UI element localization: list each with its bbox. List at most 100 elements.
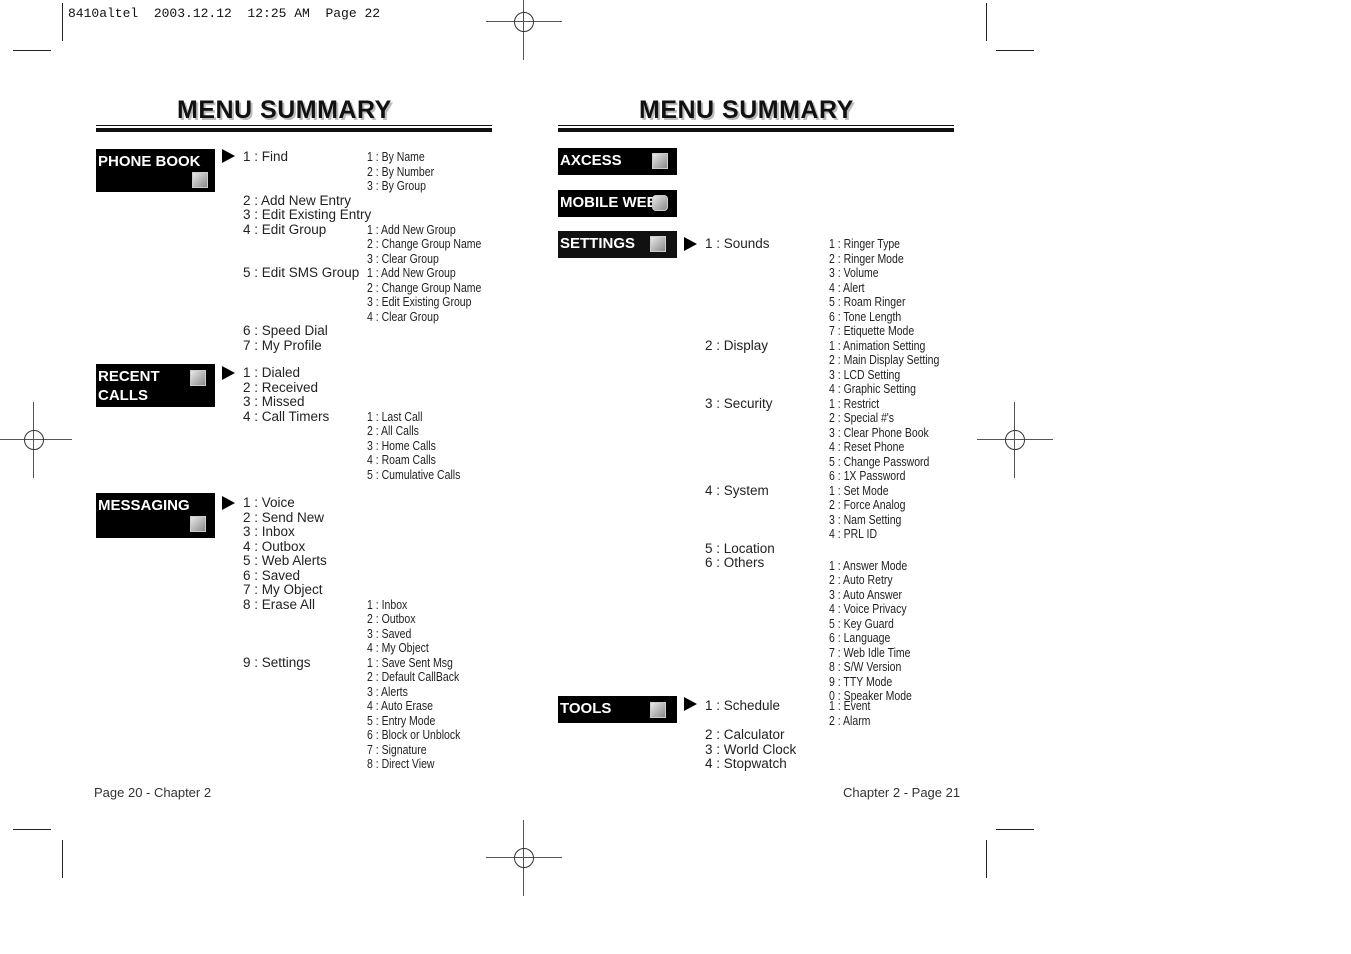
- arrow-icon: [222, 149, 235, 163]
- submenu-item: 2 : By Number: [367, 164, 435, 179]
- crop-mark: [986, 840, 987, 878]
- menu-item: 4 : Outbox: [243, 538, 306, 554]
- submenu-item: 1 : Set Mode: [829, 483, 889, 498]
- submenu-item: 8 : Direct View: [367, 757, 435, 771]
- menu-item: 2 : Send New: [243, 509, 325, 525]
- menu-item: 3 : World Clock: [705, 741, 797, 757]
- submenu-item: 5 : Roam Ringer: [829, 295, 906, 309]
- axcess-icon: [652, 153, 668, 169]
- submenu-item: 4 : Auto Erase: [367, 699, 433, 713]
- submenu-item: 2 : All Calls: [367, 424, 419, 438]
- submenu-item: 1 : Save Sent Msg: [367, 655, 453, 670]
- submenu-item: 4 : Voice Privacy: [829, 602, 907, 617]
- submenu-item: 2 : Alarm: [829, 713, 871, 728]
- registration-mark-icon: [486, 820, 562, 896]
- submenu-item: 1 : Add New Group: [367, 266, 456, 280]
- submenu-item: 4 : My Object: [367, 641, 429, 655]
- page-footer-left: Page 20 - Chapter 2: [94, 785, 212, 800]
- category-recent-calls: RECENT CALLS: [96, 364, 215, 407]
- phone-icon: [190, 370, 206, 386]
- submenu-item: 3 : Auto Answer: [829, 587, 902, 602]
- menu-item: 5 : Location: [705, 540, 775, 556]
- registration-mark-icon: [0, 402, 72, 478]
- category-phone-book: PHONE BOOK: [96, 149, 215, 192]
- page-title-right: MENU SUMMARY: [639, 96, 854, 124]
- crop-mark: [996, 50, 1034, 51]
- menu-item: 2 : Received: [243, 379, 319, 395]
- category-tools: TOOLS: [558, 696, 677, 723]
- submenu-item: 4 : Graphic Setting: [829, 382, 916, 396]
- crop-mark: [62, 3, 63, 41]
- notepad-icon: [192, 172, 208, 188]
- menu-item: 3 : Edit Existing Entry: [243, 207, 372, 222]
- category-label: MESSAGING: [98, 497, 190, 514]
- tools-icon: [650, 236, 666, 252]
- menu-item: 7 : My Object: [243, 582, 323, 597]
- menu-item: 4 : System: [705, 482, 769, 498]
- submenu-item: 6 : Language: [829, 631, 891, 646]
- category-settings: SETTINGS: [558, 231, 677, 258]
- submenu-item: 2 : Default CallBack: [367, 670, 460, 684]
- submenu-item: 4 : PRL ID: [829, 527, 878, 541]
- submenu-item: 1 : Answer Mode: [829, 558, 908, 573]
- submenu-item: 7 : Signature: [367, 742, 427, 757]
- submenu-item: 1 : Event: [829, 699, 871, 713]
- submenu-item: 6 : Block or Unblock: [367, 728, 461, 742]
- submenu-item: 3 : Clear Phone Book: [829, 425, 929, 440]
- submenu-item: 1 : By Name: [367, 150, 425, 164]
- submenu-item: 4 : Reset Phone: [829, 440, 905, 454]
- menu-item: 1 : Find: [243, 149, 289, 164]
- submenu-item: 9 : TTY Mode: [829, 674, 893, 689]
- title-rule: [558, 128, 954, 132]
- submenu-item: 8 : S/W Version: [829, 660, 902, 675]
- category-label: MOBILE WEB: [560, 194, 658, 211]
- registration-mark-icon: [977, 402, 1053, 478]
- submenu-item: 7 : Web Idle Time: [829, 645, 911, 660]
- submenu-item: 1 : Ringer Type: [829, 237, 901, 251]
- info-icon: [652, 195, 668, 211]
- arrow-icon: [684, 237, 697, 251]
- category-label: RECENT CALLS: [98, 368, 160, 404]
- menu-item: 4 : Stopwatch: [705, 756, 787, 771]
- menu-item: 6 : Speed Dial: [243, 323, 328, 338]
- crop-mark: [13, 50, 51, 51]
- submenu-item: 6 : Tone Length: [829, 309, 902, 324]
- menu-item: 2 : Add New Entry: [243, 192, 352, 208]
- registration-mark-icon: [486, 0, 562, 60]
- category-label: AXCESS: [560, 152, 622, 169]
- submenu-item: 2 : Main Display Setting: [829, 353, 940, 367]
- submenu-item: 2 : Force Analog: [829, 498, 906, 512]
- submenu-item: 3 : Edit Existing Group: [367, 295, 472, 309]
- menu-item: 3 : Security: [705, 395, 773, 411]
- envelope-pen-icon: [190, 516, 206, 532]
- page-footer-right: Chapter 2 - Page 21: [843, 785, 961, 800]
- category-label: SETTINGS: [560, 235, 636, 252]
- submenu-item: 2 : Outbox: [367, 612, 416, 626]
- submenu-item: 3 : LCD Setting: [829, 367, 901, 382]
- submenu-item: 4 : Clear Group: [367, 309, 439, 324]
- submenu-item: 5 : Entry Mode: [367, 713, 436, 728]
- crop-mark: [996, 829, 1034, 830]
- menu-item: 2 : Display: [705, 337, 769, 353]
- category-messaging: MESSAGING: [96, 493, 215, 538]
- submenu-item: 3 : By Group: [367, 179, 426, 193]
- submenu-item: 2 : Special #'s: [829, 411, 895, 425]
- submenu-item: 7 : Etiquette Mode: [829, 324, 915, 338]
- menu-item: 6 : Others: [705, 555, 765, 570]
- menu-item: 3 : Missed: [243, 394, 305, 409]
- submenu-item: 3 : Volume: [829, 266, 879, 280]
- category-label: TOOLS: [560, 700, 612, 717]
- menu-item: 5 : Web Alerts: [243, 553, 327, 568]
- submenu-item: 2 : Change Group Name: [367, 280, 482, 295]
- menu-item: 1 : Voice: [243, 495, 295, 510]
- menu-item: 1 : Sounds: [705, 236, 770, 251]
- submenu-item: 3 : Alerts: [367, 684, 408, 699]
- submenu-item: 3 : Nam Setting: [829, 512, 902, 527]
- category-axcess: AXCESS: [558, 148, 677, 175]
- submenu-item: 2 : Auto Retry: [829, 573, 893, 588]
- arrow-icon: [222, 496, 235, 510]
- menu-item: 2 : Calculator: [705, 727, 785, 742]
- submenu-item: 5 : Change Password: [829, 454, 930, 469]
- menu-item: 7 : My Profile: [243, 337, 322, 353]
- crop-mark: [62, 840, 63, 878]
